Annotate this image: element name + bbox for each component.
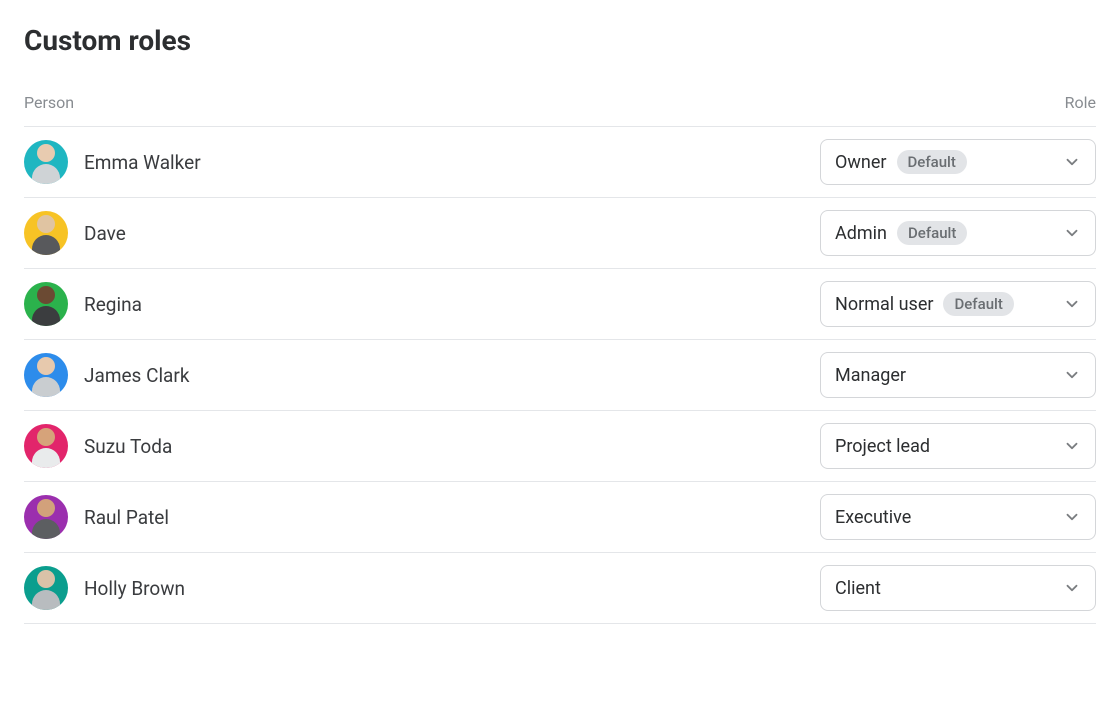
- table-header-row: Person Role: [24, 93, 1096, 127]
- avatar: [24, 353, 68, 397]
- role-select[interactable]: Normal user Default: [820, 281, 1096, 327]
- person-name: Regina: [84, 293, 142, 316]
- person-name: Suzu Toda: [84, 435, 172, 458]
- table-row: Dave Admin Default: [24, 197, 1096, 268]
- role-label: Owner: [835, 152, 887, 173]
- table-row: Suzu Toda Project lead Default: [24, 410, 1096, 481]
- person-cell: Dave: [24, 211, 126, 255]
- role-select[interactable]: Owner Default: [820, 139, 1096, 185]
- column-header-role: Role: [1065, 93, 1096, 112]
- chevron-down-icon: [1063, 153, 1081, 171]
- role-label: Manager: [835, 365, 906, 386]
- table-row: Raul Patel Executive Default: [24, 481, 1096, 552]
- chevron-down-icon: [1063, 366, 1081, 384]
- role-label: Admin: [835, 223, 887, 244]
- chevron-down-icon: [1063, 579, 1081, 597]
- role-label: Normal user: [835, 294, 933, 315]
- role-select[interactable]: Admin Default: [820, 210, 1096, 256]
- person-cell: Raul Patel: [24, 495, 169, 539]
- role-select[interactable]: Executive Default: [820, 494, 1096, 540]
- avatar: [24, 424, 68, 468]
- avatar: [24, 140, 68, 184]
- chevron-down-icon: [1063, 295, 1081, 313]
- role-select[interactable]: Client Default: [820, 565, 1096, 611]
- chevron-down-icon: [1063, 437, 1081, 455]
- roles-table: Person Role Emma Walker Owner Default: [24, 93, 1096, 624]
- role-select[interactable]: Project lead Default: [820, 423, 1096, 469]
- column-header-person: Person: [24, 93, 74, 112]
- chevron-down-icon: [1063, 508, 1081, 526]
- avatar: [24, 282, 68, 326]
- avatar: [24, 566, 68, 610]
- chevron-down-icon: [1063, 224, 1081, 242]
- person-cell: Emma Walker: [24, 140, 201, 184]
- avatar: [24, 211, 68, 255]
- person-cell: Regina: [24, 282, 142, 326]
- table-row: Holly Brown Client Default: [24, 552, 1096, 623]
- person-name: Holly Brown: [84, 577, 185, 600]
- person-cell: James Clark: [24, 353, 189, 397]
- table-row: James Clark Manager Default: [24, 339, 1096, 410]
- table-row: Emma Walker Owner Default: [24, 127, 1096, 197]
- default-badge: Default: [943, 292, 1013, 316]
- default-badge: Default: [897, 150, 967, 174]
- default-badge: Default: [897, 221, 967, 245]
- person-name: James Clark: [84, 364, 189, 387]
- person-cell: Suzu Toda: [24, 424, 172, 468]
- avatar: [24, 495, 68, 539]
- person-name: Raul Patel: [84, 506, 169, 529]
- role-label: Project lead: [835, 436, 930, 457]
- role-label: Executive: [835, 507, 911, 528]
- table-row: Regina Normal user Default: [24, 268, 1096, 339]
- person-cell: Holly Brown: [24, 566, 185, 610]
- person-name: Dave: [84, 222, 126, 245]
- page-title: Custom roles: [24, 24, 1096, 57]
- role-label: Client: [835, 578, 881, 599]
- person-name: Emma Walker: [84, 151, 201, 174]
- role-select[interactable]: Manager Default: [820, 352, 1096, 398]
